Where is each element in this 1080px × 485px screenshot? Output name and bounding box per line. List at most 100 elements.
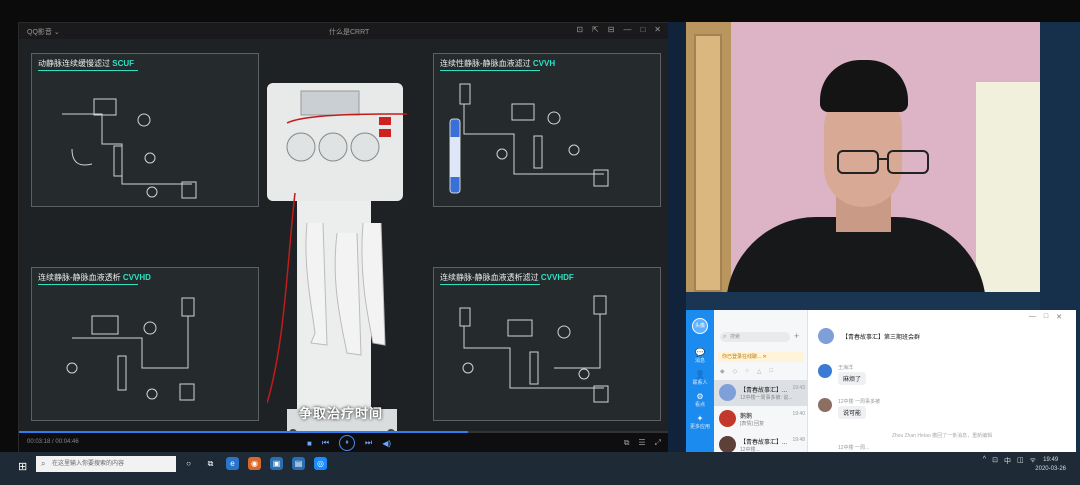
contacts-icon: 👤 [695, 370, 705, 379]
chat-group-avatar[interactable] [818, 328, 834, 344]
cvvhd-circuit-diagram [66, 297, 195, 401]
media-player-icon[interactable]: ◉ [248, 457, 261, 470]
chat-maximize-button[interactable]: □ [1044, 313, 1048, 321]
start-menu-icon[interactable]: ⊞ [18, 460, 27, 473]
message-sender: 12中楼 一周事多被 [838, 399, 880, 405]
player-pin-icon[interactable]: ⇱ [592, 25, 599, 34]
message-sender: 王海洋 [838, 365, 854, 371]
login-notice-banner[interactable]: 你已登录在线聊... ✕ [718, 352, 804, 362]
add-icon[interactable]: + [794, 331, 799, 341]
windows-taskbar: ⊞ ⌕ 在这里输入你要搜索的内容 ○ ⧉ e ◉ ▣ ▤ ◎ ^ ⊡ 中 ◫ ᯤ … [0, 452, 1080, 485]
playback-buttons: ■ ⏮ ⏸ ⏭ ◀) [307, 435, 391, 451]
conversation-name: 鹅鹅 [740, 414, 753, 420]
playlist-icon[interactable]: ☰ [638, 438, 645, 448]
browser-icon[interactable]: e [226, 457, 239, 470]
player-minimize-button[interactable]: — [623, 25, 631, 34]
fullscreen-icon[interactable]: ⤢ [655, 438, 661, 448]
qq-app-icon[interactable]: ◎ [314, 457, 327, 470]
tray-expand-icon[interactable]: ^ [983, 456, 986, 466]
volume-icon[interactable]: ◀) [382, 439, 391, 448]
qq-sidebar-rail: 头像 💬 消息 👤 联系人 ⚙ 看点 ✦ 更多应用 [686, 310, 714, 452]
conversation-search-input[interactable]: ⌕ 搜索 [720, 332, 790, 342]
rail-item-contacts[interactable]: 👤 联系人 [686, 370, 714, 386]
search-icon: ⌕ [41, 459, 46, 468]
feed-icon: ⚙ [696, 392, 704, 401]
message-avatar[interactable] [818, 398, 832, 412]
scuf-circuit-diagram [62, 98, 197, 199]
chat-window-controls: — □ ✕ [1029, 313, 1062, 321]
rail-item-messages[interactable]: 💬 消息 [686, 348, 714, 364]
conversation-avatar [719, 384, 736, 401]
pause-icon: ⏸ [345, 439, 349, 446]
player-close-button[interactable]: ✕ [654, 25, 661, 34]
conversation-avatar [719, 410, 736, 427]
player-maximize-button[interactable]: □ [640, 25, 645, 34]
player-titlebar: QQ影音 ⌄ 什么是CRRT ⊡ ⇱ ⊟ — □ ✕ [19, 23, 669, 39]
tray-app-icon[interactable]: ⊡ [992, 456, 998, 466]
conversation-preview: [表情] 回复 [740, 421, 765, 427]
video-subtitle: 争取治疗时间 [299, 406, 384, 421]
system-message: Zhou Zhan Hetao 撤回了一条消息，重新编辑 [891, 433, 993, 439]
conversation-time: 19:43 [792, 385, 805, 391]
rail-item-feed[interactable]: ⚙ 看点 [686, 392, 714, 408]
filter-icon[interactable]: ◇ [733, 368, 738, 375]
player-app-menu[interactable]: QQ影音 ⌄ [27, 27, 60, 37]
filter-icon[interactable]: □ [770, 368, 774, 375]
cortana-icon[interactable]: ○ [182, 457, 195, 470]
search-icon: ⌕ [723, 334, 727, 340]
filter-icon[interactable]: △ [757, 368, 762, 375]
taskbar-clock[interactable]: 19:49 2020-03-26 [1035, 456, 1066, 474]
ime-icon[interactable]: 中 [1004, 456, 1011, 466]
task-view-icon[interactable]: ⧉ [204, 457, 217, 470]
previous-icon[interactable]: ⏮ [322, 438, 329, 448]
chat-close-button[interactable]: ✕ [1056, 313, 1062, 321]
conversation-avatar [719, 436, 736, 453]
qq-user-avatar[interactable]: 头像 [692, 318, 708, 334]
rail-item-apps[interactable]: ✦ 更多应用 [686, 414, 714, 430]
panel-cvvhdf: 连续静脉-静脉血液透析滤过 CVVHDF [433, 267, 661, 421]
player-right-buttons: ⧉ ☰ ⤢ [624, 438, 661, 448]
filter-icon[interactable]: ◆ [720, 368, 725, 375]
panel-cvvhd: 连续静脉-静脉血液透析 CVVHD [31, 267, 259, 421]
chat-panel: — □ ✕ 【青春故事汇】第三期班会群 王海洋 麻烦了 12中楼 一周事多被 说… [808, 310, 1076, 452]
cvvh-circuit-diagram [459, 83, 609, 187]
desktop: QQ影音 ⌄ 什么是CRRT ⊡ ⇱ ⊟ — □ ✕ 动静脉连续缓慢滤过 SCU… [0, 0, 1080, 485]
webcam-glasses [837, 150, 929, 174]
crrt-machine-image [267, 83, 407, 437]
player-screenshot-icon[interactable]: ⊡ [576, 25, 583, 34]
player-mini-mode-icon[interactable]: ⊟ [608, 25, 615, 34]
chat-minimize-button[interactable]: — [1029, 313, 1036, 321]
conversation-filter-icons: ◆ ◇ ○ △ □ [720, 368, 773, 375]
next-icon[interactable]: ⏭ [365, 438, 372, 448]
clock-date: 2020-03-26 [1035, 466, 1066, 472]
webcam-video-feed [686, 22, 1040, 292]
taskbar-search-input[interactable]: ⌕ 在这里输入你要搜索的内容 [36, 456, 176, 472]
stop-icon[interactable]: ■ [307, 439, 312, 448]
conversation-list: ⌕ 搜索 + 你已登录在线聊... ✕ ◆ ◇ ○ △ □ 【青春故事汇】... … [714, 310, 808, 453]
player-window-title: 什么是CRRT [329, 29, 370, 36]
player-window-controls: ⊡ ⇱ ⊟ — □ ✕ [576, 25, 661, 34]
webcam-door [686, 22, 731, 292]
message-avatar[interactable] [818, 364, 832, 378]
conversation-name: 【青春故事汇】... [740, 440, 788, 446]
picture-in-picture-icon[interactable]: ⧉ [624, 438, 630, 448]
app-icon[interactable]: ▤ [292, 457, 305, 470]
chat-title: 【青春故事汇】第三期班会群 [842, 335, 921, 341]
player-controls-bar: 00:03:18 / 00:04:46 ■ ⏮ ⏸ ⏭ ◀) ⧉ ☰ ⤢ [19, 433, 669, 453]
message-icon: 💬 [695, 348, 705, 357]
app-icon[interactable]: ▣ [270, 457, 283, 470]
conversation-time: 19:48 [792, 437, 805, 443]
conversation-item[interactable]: 【青春故事汇】... 12中楼一周事多被: 说... 19:43 [714, 380, 808, 406]
conversation-name: 【青春故事汇】... [740, 388, 788, 394]
conversation-preview: 12中楼一周事多被: 说... [740, 395, 793, 401]
conversation-item[interactable]: 鹅鹅 [表情] 回复 19:40 [714, 406, 808, 432]
playback-time: 00:03:18 / 00:04:46 [27, 439, 79, 445]
filter-icon[interactable]: ○ [745, 368, 749, 375]
pause-button[interactable]: ⏸ [339, 435, 356, 451]
message-sender: 12中楼 一周... [838, 445, 870, 451]
qq-chat-window: 头像 💬 消息 👤 联系人 ⚙ 看点 ✦ 更多应用 ⌕ 搜索 + 你已登录在线聊... ✕… [686, 310, 1076, 453]
video-player-window: QQ影音 ⌄ 什么是CRRT ⊡ ⇱ ⊟ — □ ✕ 动静脉连续缓慢滤过 SCU… [18, 22, 669, 453]
clock-time: 19:49 [1043, 457, 1059, 463]
network-icon[interactable]: ◫ [1017, 456, 1024, 466]
video-frame[interactable]: 动静脉连续缓慢滤过 SCUF 连续性静脉-静脉血液滤过 CVVH 连续静脉-静脉… [19, 39, 669, 437]
